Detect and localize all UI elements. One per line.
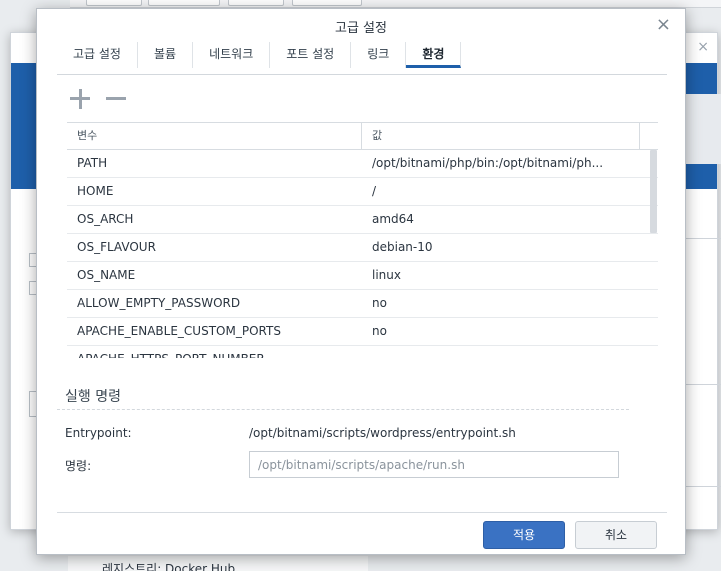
add-variable-button[interactable]	[67, 87, 93, 111]
cancel-button[interactable]: 취소	[575, 521, 657, 549]
env-key: OS_NAME	[77, 268, 136, 282]
env-key: OS_ARCH	[77, 212, 134, 226]
env-value: debian-10	[372, 240, 433, 254]
entrypoint-value: /opt/bitnami/scripts/wordpress/entrypoin…	[249, 426, 516, 440]
table-row[interactable]: APACHE_ENABLE_CUSTOM_PORTS no	[67, 318, 658, 346]
exec-command-section-title: 실행 명령	[65, 389, 121, 405]
env-value: no	[372, 324, 387, 338]
tab-advanced-settings[interactable]: 고급 설정	[57, 42, 138, 68]
table-row[interactable]: OS_FLAVOUR debian-10	[67, 234, 658, 262]
scrollbar-thumb[interactable]	[650, 150, 657, 233]
background-panel	[686, 94, 721, 164]
background-close-icon: ×	[697, 39, 709, 55]
env-key: APACHE_HTTPS_PORT_NUMBER	[67, 346, 362, 358]
env-value: linux	[372, 268, 401, 282]
table-header: 변수 값	[67, 123, 658, 150]
minus-icon	[106, 89, 126, 109]
env-key: OS_FLAVOUR	[77, 240, 156, 254]
tab-links[interactable]: 링크	[351, 42, 407, 68]
table-row[interactable]: OS_NAME linux	[67, 262, 658, 290]
advanced-settings-dialog: 고급 설정 × 고급 설정 볼륨 네트워크 포트 설정 링크 환경 변수 값 P…	[36, 8, 686, 555]
tab-network[interactable]: 네트워크	[193, 42, 271, 68]
table-row[interactable]: PATH /opt/bitnami/php/bin:/opt/bitnami/p…	[67, 150, 658, 178]
entrypoint-label: Entrypoint:	[65, 426, 132, 440]
env-value: /	[372, 184, 377, 198]
background-divider	[686, 486, 721, 487]
close-icon[interactable]: ×	[656, 15, 671, 35]
command-input[interactable]	[249, 451, 619, 478]
background-toolbar-button	[228, 0, 284, 6]
env-key: ALLOW_EMPTY_PASSWORD	[77, 296, 241, 310]
env-variables-table: 변수 값 PATH /opt/bitnami/php/bin:/opt/bitn…	[67, 122, 658, 358]
background-registry-text: 레지스트리: Docker Hub	[102, 562, 236, 571]
command-label: 명령:	[65, 459, 92, 473]
env-value: no	[372, 296, 387, 310]
section-divider	[57, 409, 629, 410]
tab-port-settings[interactable]: 포트 설정	[270, 42, 352, 68]
env-value: /opt/bitnami/php/bin:/opt/bitnami/ph...	[372, 156, 604, 170]
table-row[interactable]: ALLOW_EMPTY_PASSWORD no	[67, 290, 658, 318]
apply-button[interactable]: 적용	[483, 521, 565, 549]
plus-icon	[70, 89, 90, 109]
env-key: HOME	[77, 184, 114, 198]
env-key: PATH	[77, 156, 108, 170]
tab-environment[interactable]: 환경	[406, 42, 462, 68]
tab-volume[interactable]: 볼륨	[138, 42, 194, 68]
remove-variable-button[interactable]	[103, 87, 129, 111]
table-body[interactable]: PATH /opt/bitnami/php/bin:/opt/bitnami/p…	[67, 150, 658, 358]
table-row[interactable]: HOME /	[67, 178, 658, 206]
dialog-title: 고급 설정	[335, 21, 387, 36]
column-header-value[interactable]: 값	[362, 123, 640, 149]
background-toolbar	[70, 0, 721, 8]
background-toolbar-button	[148, 0, 220, 6]
env-key: APACHE_ENABLE_CUSTOM_PORTS	[77, 324, 281, 338]
tab-bar: 고급 설정 볼륨 네트워크 포트 설정 링크 환경	[57, 42, 667, 75]
table-row[interactable]: APACHE_HTTPS_PORT_NUMBER	[67, 346, 658, 358]
background-toolbar-button	[86, 0, 142, 6]
background-divider	[686, 384, 721, 385]
env-toolbar	[67, 87, 129, 111]
footer-divider	[57, 512, 667, 513]
column-header-variable[interactable]: 변수	[67, 123, 362, 149]
env-value	[362, 346, 640, 358]
env-value: amd64	[372, 212, 414, 226]
background-toolbar-button	[292, 0, 362, 6]
table-row[interactable]: OS_ARCH amd64	[67, 206, 658, 234]
table-scrollbar[interactable]	[648, 150, 658, 358]
background-divider	[686, 238, 721, 239]
